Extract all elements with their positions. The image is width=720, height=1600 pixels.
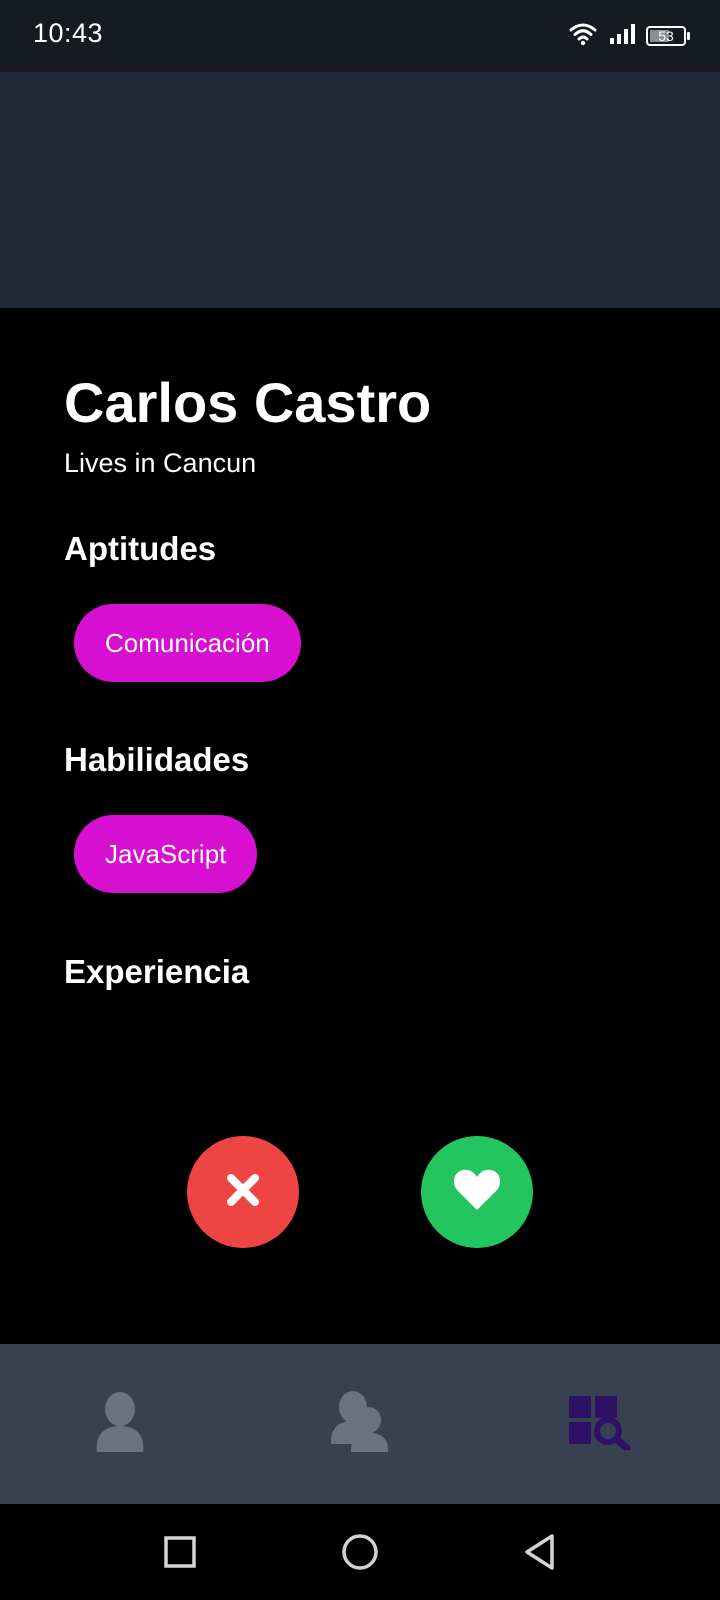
close-icon: [226, 1173, 260, 1212]
reject-button[interactable]: [187, 1136, 299, 1248]
profile-name: Carlos Castro: [64, 371, 432, 434]
user-icon: [93, 1390, 147, 1459]
recents-button[interactable]: [152, 1526, 208, 1582]
aptitude-chip: Comunicación: [74, 604, 301, 682]
status-bar: 10:43 53: [0, 0, 720, 72]
battery-icon: 53: [646, 26, 690, 46]
status-time: 10:43: [33, 18, 104, 48]
habilidades-heading: Habilidades: [64, 741, 250, 778]
signal-icon: [608, 22, 636, 51]
app-screen: 10:43 53 Carlos Castro Lives in Cancun A…: [0, 0, 720, 1600]
bottom-nav: [0, 1344, 720, 1504]
aptitudes-heading: Aptitudes: [64, 530, 217, 567]
system-nav-bar: [0, 1504, 720, 1600]
nav-discover[interactable]: [480, 1344, 720, 1504]
wifi-icon: [568, 22, 598, 51]
profile-location: Lives in Cancun: [64, 448, 257, 478]
like-button[interactable]: [421, 1136, 533, 1248]
home-button[interactable]: [332, 1526, 388, 1582]
back-button[interactable]: [512, 1526, 568, 1582]
battery-percentage: 53: [658, 28, 674, 44]
skill-chip: JavaScript: [74, 815, 258, 893]
square-icon: [163, 1535, 197, 1574]
heart-icon: [452, 1168, 502, 1217]
experiencia-heading: Experiencia: [64, 953, 250, 990]
nav-profile[interactable]: [0, 1344, 240, 1504]
profile-cover: [0, 72, 720, 308]
users-icon: [329, 1390, 391, 1459]
nav-matches[interactable]: [240, 1344, 480, 1504]
status-icons: 53: [568, 22, 690, 51]
circle-icon: [341, 1533, 379, 1576]
search-grid-icon: [567, 1394, 633, 1455]
back-triangle-icon: [522, 1533, 558, 1576]
